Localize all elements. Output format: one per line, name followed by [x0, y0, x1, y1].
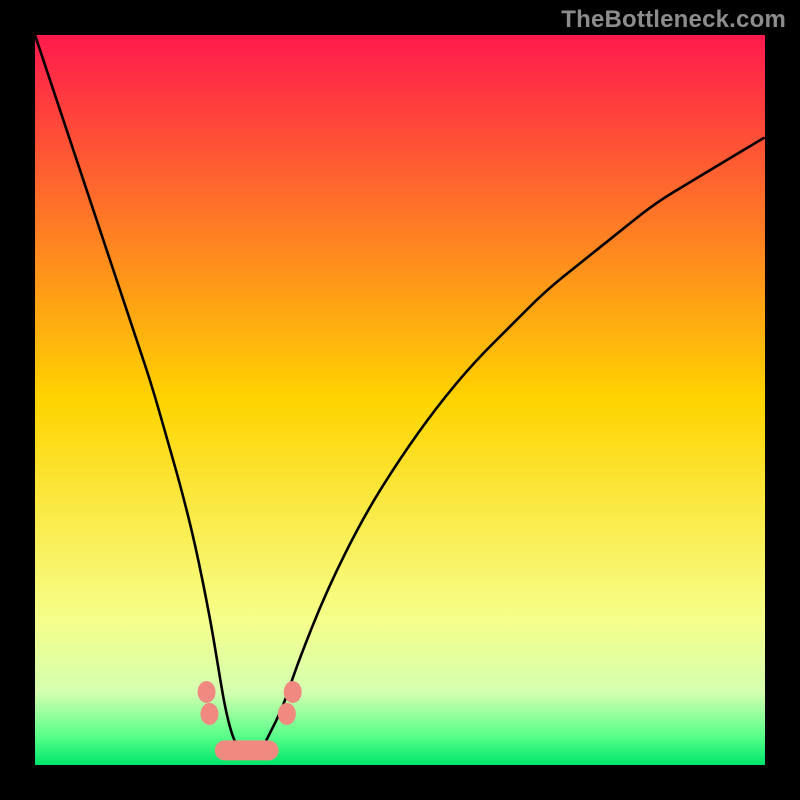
chart-frame: TheBottleneck.com: [0, 0, 800, 800]
gradient-background: [35, 35, 765, 765]
marker-blob: [200, 703, 218, 725]
marker-blob: [284, 681, 302, 703]
marker-blob: [198, 681, 216, 703]
plot-area: [35, 35, 765, 765]
chart-svg: [35, 35, 765, 765]
marker-blob: [278, 703, 296, 725]
watermark-label: TheBottleneck.com: [561, 6, 786, 34]
